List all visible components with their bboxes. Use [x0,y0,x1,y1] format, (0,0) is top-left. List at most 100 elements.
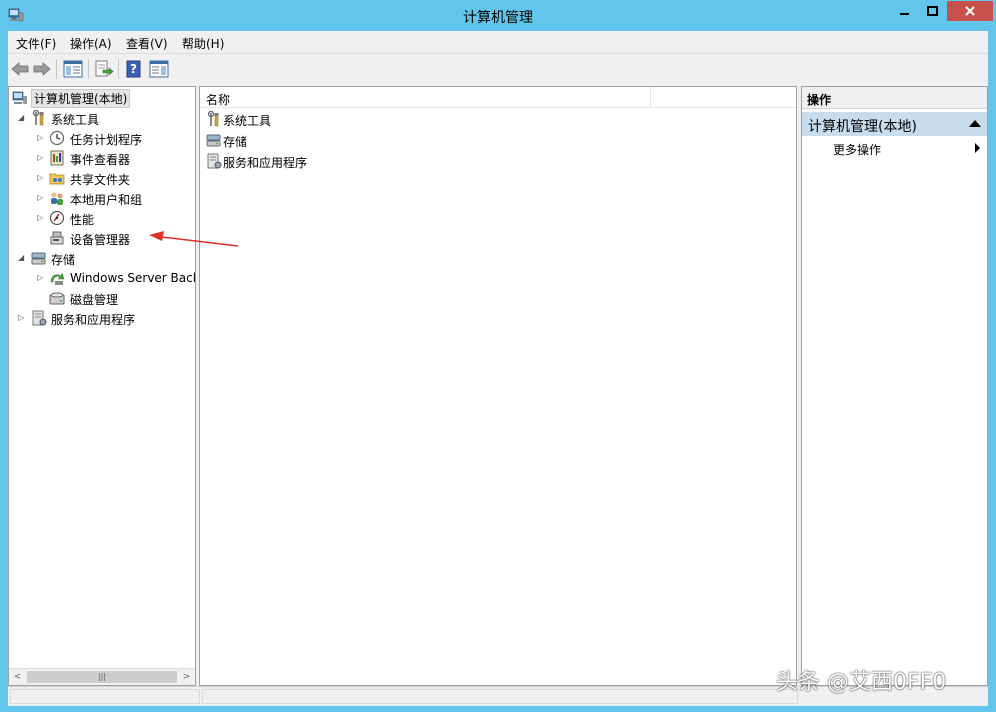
tree-item-storage[interactable]: ◢ 存储 [9,248,195,268]
column-divider[interactable] [650,87,651,108]
list-item[interactable]: 存储 [204,130,784,150]
chevron-left-icon: < [13,672,22,682]
close-button[interactable] [947,1,993,21]
menu-help[interactable]: 帮助(H) [182,35,224,52]
menu-bar: 文件(F) 操作(A) 查看(V) 帮助(H) [8,31,988,53]
annotation-arrow [149,231,239,247]
tools-icon [32,110,44,126]
tree-item-performance[interactable]: ▷ 性能 [9,208,195,228]
more-actions-item[interactable]: 更多操作 [802,138,987,158]
device-manager-icon [50,231,64,245]
tree-item-services-applications[interactable]: ▷ 服务和应用程序 [9,308,195,328]
collapse-up-icon[interactable] [969,120,981,127]
tree-label: 设备管理器 [70,233,131,247]
tree-label: 性能 [70,213,95,227]
list-item[interactable]: 服务和应用程序 [204,151,784,171]
close-icon [965,6,975,16]
computer-management-icon [12,91,27,104]
list-item[interactable]: 系统工具 [204,109,784,129]
tree-label: 服务和应用程序 [51,313,136,327]
toolbar-separator [88,59,89,79]
toolbar: ? [8,53,988,84]
show-hide-action-pane-icon [149,60,169,78]
back-button[interactable] [9,58,31,80]
maximize-button[interactable] [919,1,947,21]
show-hide-tree-button[interactable] [62,58,84,80]
title-bar: 计算机管理 [0,0,996,30]
minimize-icon [900,13,909,15]
toolbar-separator [118,59,119,79]
actions-group-computer-management[interactable]: 计算机管理(本地) [802,112,987,136]
result-list: 名称 系统工具 存储 服务和应用程序 [199,86,797,686]
chevron-right-icon: > [182,672,191,682]
tree-item-shared-folders[interactable]: ▷ 共享文件夹 [9,168,195,188]
tree-label: Windows Server Backup [70,271,195,285]
tree-label: 任务计划程序 [70,133,143,147]
maximize-icon [927,6,938,16]
expand-icon[interactable]: ▷ [37,193,45,203]
users-icon [51,192,63,205]
performance-icon [49,210,65,226]
export-list-button[interactable] [93,58,115,80]
services-icon [207,153,222,169]
toolbar-separator [56,59,57,79]
window-title: 计算机管理 [463,10,533,26]
show-hide-action-pane-button[interactable] [148,58,170,80]
expand-icon[interactable]: ▷ [37,273,45,283]
tree-label: 磁盘管理 [70,293,119,307]
scroll-right-button[interactable]: > [178,669,195,685]
content-area: 计算机管理(本地) ◢ 系统工具 ▷ 任务计划程序 ▷ 事件查看器 ▷ 共享文件… [8,84,988,686]
collapse-icon[interactable]: ◢ [18,113,26,123]
tree-horizontal-scrollbar[interactable]: < ||| > [9,668,195,685]
minimize-button[interactable] [891,1,919,21]
menu-action[interactable]: 操作(A) [70,35,112,52]
storage-icon [206,134,221,147]
tree-label: 存储 [51,253,76,267]
actions-title: 操作 [807,93,832,107]
services-icon [32,310,47,326]
grip-icon: ||| [97,672,107,681]
list-column-header[interactable]: 名称 [200,87,796,108]
forward-arrow-icon [33,62,51,76]
tree-label: 本地用户和组 [70,193,143,207]
list-item-label: 系统工具 [223,114,272,128]
tree-item-system-tools[interactable]: ◢ 系统工具 [9,108,195,128]
tree-item-computer-management[interactable]: 计算机管理(本地) [9,88,195,108]
list-item-label: 存储 [223,135,248,149]
help-button[interactable]: ? [123,58,145,80]
collapse-icon[interactable]: ◢ [18,253,26,263]
svg-text:?: ? [130,62,137,76]
list-item-label: 服务和应用程序 [223,156,308,170]
event-viewer-icon [50,150,64,166]
scrollbar-thumb[interactable]: ||| [27,671,177,683]
tree-label: 事件查看器 [70,153,131,167]
watermark: 头条 @艾西0FF0 [776,670,947,695]
actions-group-label: 计算机管理(本地) [808,119,917,135]
expand-icon[interactable]: ▷ [37,133,45,143]
backup-icon [50,272,65,285]
expand-icon[interactable]: ▷ [37,213,45,223]
status-segment [202,689,798,704]
more-actions-label: 更多操作 [833,143,882,157]
menu-file[interactable]: 文件(F) [16,35,56,52]
expand-icon[interactable]: ▷ [37,153,45,163]
tree-item-task-scheduler[interactable]: ▷ 任务计划程序 [9,128,195,148]
tree-item-disk-management[interactable]: 磁盘管理 [9,288,195,308]
tree-item-windows-server-backup[interactable]: ▷ Windows Server Backup [9,268,195,288]
expand-icon[interactable]: ▷ [37,173,45,183]
help-icon: ? [126,60,141,78]
column-name-header[interactable]: 名称 [206,91,230,108]
tree-item-local-users-groups[interactable]: ▷ 本地用户和组 [9,188,195,208]
actions-header: 操作 [802,87,987,109]
status-segment [10,689,200,704]
menu-view[interactable]: 查看(V) [126,35,168,52]
storage-icon [31,252,46,265]
actions-pane: 操作 计算机管理(本地) 更多操作 [801,86,988,686]
tree-item-event-viewer[interactable]: ▷ 事件查看器 [9,148,195,168]
forward-button[interactable] [31,58,53,80]
scroll-left-button[interactable]: < [9,669,26,685]
submenu-arrow-icon [975,143,980,153]
expand-icon[interactable]: ▷ [18,313,26,323]
tools-icon [207,111,219,127]
tree-label: 计算机管理(本地) [31,89,131,108]
